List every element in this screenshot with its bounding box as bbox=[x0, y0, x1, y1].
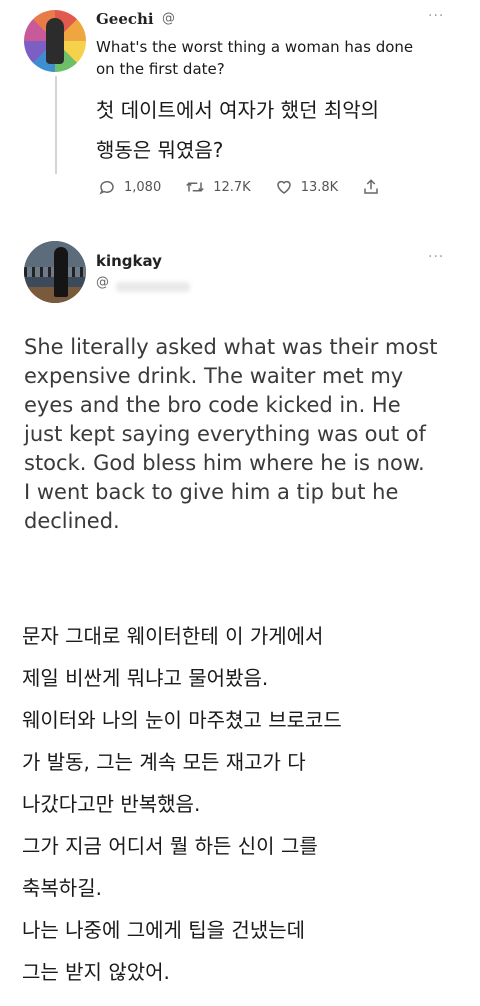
text-line: 그가 지금 어디서 뭘 하든 신이 그를 bbox=[22, 834, 318, 858]
tweet-actions: 1,080 12.7K 13.8K bbox=[98, 174, 412, 200]
text-line: eyes and the bro code kicked in. He bbox=[24, 393, 401, 417]
tweet-text-korean: 첫 데이트에서 여자가 했던 최악의 행동은 뭐였음? bbox=[96, 90, 472, 170]
text-line: 행동은 뭐였음? bbox=[96, 138, 224, 162]
text-line: declined. bbox=[24, 509, 120, 533]
text-line: 가 발동, 그는 계속 모든 재고가 다 bbox=[22, 750, 306, 774]
tweet-reply[interactable]: kingkay @ ··· She literally asked what w… bbox=[0, 215, 480, 1006]
author-name[interactable]: kingkay bbox=[96, 252, 162, 270]
text-line: 제일 비싼게 뭐냐고 물어봤음. bbox=[22, 666, 269, 690]
author-name[interactable]: Geechi bbox=[96, 10, 154, 28]
text-line: expensive drink. The waiter met my bbox=[24, 364, 404, 388]
avatar-figure bbox=[54, 247, 68, 297]
tweet-text-english: She literally asked what was their most … bbox=[24, 333, 464, 536]
avatar-kingkay[interactable] bbox=[24, 241, 86, 303]
retweet-icon bbox=[186, 182, 204, 192]
reply-count: 1,080 bbox=[124, 179, 162, 195]
more-options-icon[interactable]: ··· bbox=[428, 249, 444, 265]
text-line: on the first date? bbox=[96, 60, 225, 78]
text-line: I went back to give him a tip but he bbox=[24, 480, 399, 504]
reply-icon bbox=[99, 180, 114, 195]
text-line: She literally asked what was their most bbox=[24, 335, 438, 359]
tweet-text-english: What's the worst thing a woman has done … bbox=[96, 36, 456, 80]
share-button[interactable] bbox=[362, 178, 388, 196]
retweet-count: 12.7K bbox=[213, 179, 251, 195]
retweet-button[interactable]: 12.7K bbox=[185, 178, 251, 196]
text-line: 나는 나중에 그에게 팁을 건냈는데 bbox=[22, 918, 306, 942]
text-line: 축복하길. bbox=[22, 876, 102, 900]
author-handle[interactable]: @ bbox=[162, 11, 175, 26]
heart-icon bbox=[276, 180, 291, 194]
text-line: 나갔다고만 반복했음. bbox=[22, 792, 201, 816]
text-line: 웨이터와 나의 눈이 마주쳤고 브로코드 bbox=[22, 708, 342, 732]
reply-button[interactable]: 1,080 bbox=[98, 178, 161, 196]
thread-line bbox=[55, 76, 57, 174]
text-line: 첫 데이트에서 여자가 했던 최악의 bbox=[96, 98, 380, 122]
redacted-handle bbox=[116, 282, 190, 292]
text-line: 그는 받지 않았어. bbox=[22, 960, 170, 984]
like-count: 13.8K bbox=[300, 179, 339, 195]
text-line: stock. God bless him where he is now. bbox=[24, 451, 425, 475]
tweet-original[interactable]: Geechi @ ··· What's the worst thing a wo… bbox=[0, 0, 480, 215]
share-icon bbox=[364, 179, 378, 194]
avatar-geechi[interactable] bbox=[24, 10, 86, 72]
more-options-icon[interactable]: ··· bbox=[428, 8, 444, 24]
text-line: just kept saying everything was out of bbox=[24, 422, 426, 446]
like-button[interactable]: 13.8K bbox=[275, 178, 338, 196]
text-line: What's the worst thing a woman has done bbox=[96, 38, 414, 56]
avatar-figure bbox=[46, 18, 64, 64]
author-handle[interactable]: @ bbox=[96, 275, 109, 290]
tweet-text-korean: 문자 그대로 웨이터한테 이 가게에서 제일 비싼게 뭐냐고 물어봤음. 웨이터… bbox=[22, 615, 472, 993]
text-line: 문자 그대로 웨이터한테 이 가게에서 bbox=[22, 624, 324, 648]
